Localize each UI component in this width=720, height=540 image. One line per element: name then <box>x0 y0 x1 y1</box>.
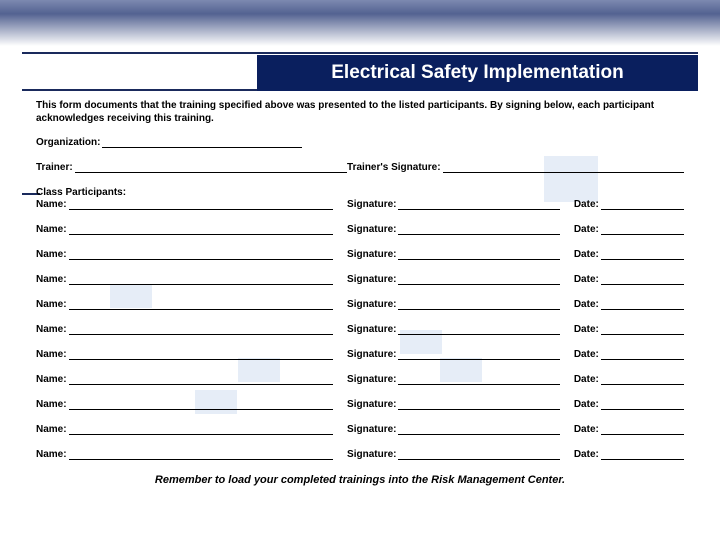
participant-row: Name: Signature: Date: <box>36 449 684 460</box>
name-field[interactable] <box>69 449 333 460</box>
signature-field[interactable] <box>398 424 559 435</box>
date-label: Date: <box>574 349 599 360</box>
date-field[interactable] <box>601 299 684 310</box>
name-label: Name: <box>36 374 67 385</box>
organization-label: Organization: <box>36 137 100 148</box>
participant-row: Name: Signature: Date: <box>36 199 684 210</box>
date-label: Date: <box>574 324 599 335</box>
trainer-field[interactable] <box>75 162 347 173</box>
signature-field[interactable] <box>398 249 559 260</box>
date-label: Date: <box>574 449 599 460</box>
signature-field[interactable] <box>398 399 559 410</box>
signature-field[interactable] <box>398 324 559 335</box>
name-field[interactable] <box>69 249 333 260</box>
header-underline <box>22 55 257 91</box>
signature-label: Signature: <box>347 224 396 235</box>
date-field[interactable] <box>601 274 684 285</box>
signature-field[interactable] <box>398 449 559 460</box>
signature-field[interactable] <box>398 374 559 385</box>
signature-label: Signature: <box>347 324 396 335</box>
name-field[interactable] <box>69 324 333 335</box>
signature-field[interactable] <box>398 299 559 310</box>
signature-label: Signature: <box>347 349 396 360</box>
signature-field[interactable] <box>398 199 559 210</box>
signature-field[interactable] <box>398 274 559 285</box>
date-field[interactable] <box>601 324 684 335</box>
date-label: Date: <box>574 299 599 310</box>
name-label: Name: <box>36 274 67 285</box>
date-field[interactable] <box>601 399 684 410</box>
signature-label: Signature: <box>347 449 396 460</box>
date-label: Date: <box>574 424 599 435</box>
name-field[interactable] <box>69 424 333 435</box>
date-label: Date: <box>574 249 599 260</box>
name-label: Name: <box>36 349 67 360</box>
participant-row: Name: Signature: Date: <box>36 349 684 360</box>
signature-label: Signature: <box>347 424 396 435</box>
name-label: Name: <box>36 399 67 410</box>
signature-label: Signature: <box>347 249 396 260</box>
signature-label: Signature: <box>347 274 396 285</box>
date-field[interactable] <box>601 249 684 260</box>
trainer-signature-field[interactable] <box>443 162 684 173</box>
name-label: Name: <box>36 199 67 210</box>
name-field[interactable] <box>69 374 333 385</box>
participant-row: Name: Signature: Date: <box>36 374 684 385</box>
date-label: Date: <box>574 374 599 385</box>
participant-row: Name: Signature: Date: <box>36 399 684 410</box>
name-field[interactable] <box>69 224 333 235</box>
name-field[interactable] <box>69 299 333 310</box>
name-label: Name: <box>36 324 67 335</box>
trainer-row: Trainer: Trainer's Signature: <box>36 162 684 173</box>
signature-label: Signature: <box>347 374 396 385</box>
name-label: Name: <box>36 299 67 310</box>
date-field[interactable] <box>601 199 684 210</box>
name-label: Name: <box>36 424 67 435</box>
date-field[interactable] <box>601 449 684 460</box>
name-field[interactable] <box>69 199 333 210</box>
date-field[interactable] <box>601 374 684 385</box>
signature-label: Signature: <box>347 199 396 210</box>
date-label: Date: <box>574 199 599 210</box>
header-gradient <box>0 0 720 46</box>
name-field[interactable] <box>69 399 333 410</box>
name-label: Name: <box>36 224 67 235</box>
participant-row: Name: Signature: Date: <box>36 274 684 285</box>
date-label: Date: <box>574 274 599 285</box>
name-label: Name: <box>36 449 67 460</box>
participant-row: Name: Signature: Date: <box>36 224 684 235</box>
organization-field[interactable] <box>102 137 302 148</box>
participant-row: Name: Signature: Date: <box>36 299 684 310</box>
organization-row: Organization: <box>36 137 684 148</box>
trainer-signature-label: Trainer's Signature: <box>347 162 441 173</box>
participant-row: Name: Signature: Date: <box>36 324 684 335</box>
class-participants-heading: Class Participants: <box>36 187 684 198</box>
name-label: Name: <box>36 249 67 260</box>
trainer-label: Trainer: <box>36 162 73 173</box>
date-label: Date: <box>574 399 599 410</box>
signature-field[interactable] <box>398 349 559 360</box>
date-field[interactable] <box>601 224 684 235</box>
intro-text: This form documents that the training sp… <box>36 99 684 125</box>
date-field[interactable] <box>601 349 684 360</box>
page-title: Electrical Safety Implementation <box>257 55 698 91</box>
footer-note: Remember to load your completed training… <box>36 474 684 486</box>
participant-row: Name: Signature: Date: <box>36 249 684 260</box>
signature-label: Signature: <box>347 299 396 310</box>
name-field[interactable] <box>69 349 333 360</box>
date-label: Date: <box>574 224 599 235</box>
date-field[interactable] <box>601 424 684 435</box>
signature-label: Signature: <box>347 399 396 410</box>
name-field[interactable] <box>69 274 333 285</box>
participant-row: Name: Signature: Date: <box>36 424 684 435</box>
signature-field[interactable] <box>398 224 559 235</box>
